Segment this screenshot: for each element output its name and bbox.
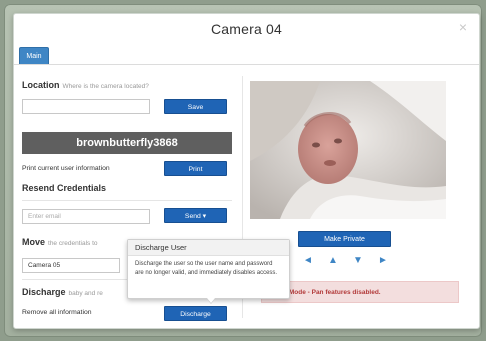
close-icon[interactable]: × bbox=[459, 19, 467, 35]
pan-controls: ◄ ▲ ▼ ► bbox=[301, 254, 391, 268]
popover-title: Discharge User bbox=[128, 240, 289, 256]
camera-select[interactable]: Camera 05 bbox=[22, 258, 120, 273]
discharge-button[interactable]: Discharge bbox=[164, 306, 227, 321]
print-info-text: Print current user information bbox=[22, 165, 110, 172]
email-field[interactable]: Enter email bbox=[22, 209, 150, 224]
move-header: Move the credentials to bbox=[22, 237, 98, 247]
tab-main[interactable]: Main bbox=[19, 47, 49, 65]
camera-feed bbox=[250, 81, 446, 219]
location-title: Location bbox=[22, 80, 60, 90]
modal-title: Camera 04 bbox=[210, 21, 283, 37]
popover-arrow-fill bbox=[207, 298, 215, 303]
pan-up-icon[interactable]: ▲ bbox=[326, 254, 340, 268]
location-header: Location Where is the camera located? bbox=[22, 80, 149, 90]
discharge-popover: Discharge User Discharge the user so the… bbox=[127, 239, 290, 304]
popover-body: Discharge the user so the user name and … bbox=[135, 261, 278, 276]
remove-info-text: Remove all information bbox=[22, 309, 92, 316]
move-title: Move bbox=[22, 237, 46, 247]
discharge-subtitle: baby and re bbox=[68, 290, 103, 297]
demo-mode-alert: Demo Mode - Pan features disabled. bbox=[261, 281, 459, 303]
send-button[interactable]: Send ▾ bbox=[164, 208, 227, 223]
resend-credentials-header: Resend Credentials bbox=[22, 183, 107, 193]
pan-down-icon[interactable]: ▼ bbox=[351, 254, 365, 268]
tab-divider bbox=[14, 64, 479, 65]
email-placeholder: Enter email bbox=[28, 213, 61, 220]
make-private-button[interactable]: Make Private bbox=[298, 231, 391, 247]
save-button[interactable]: Save bbox=[164, 99, 227, 114]
discharge-header: Discharge baby and re bbox=[22, 287, 103, 297]
location-input[interactable] bbox=[22, 99, 150, 114]
divider bbox=[22, 200, 232, 201]
baby-photo bbox=[250, 81, 446, 219]
pan-left-icon[interactable]: ◄ bbox=[301, 254, 315, 268]
discharge-title: Discharge bbox=[22, 287, 66, 297]
camera-modal: Camera 04 × Main Location Where is the ca… bbox=[13, 13, 480, 329]
pan-right-icon[interactable]: ► bbox=[376, 254, 390, 268]
location-subtitle: Where is the camera located? bbox=[62, 83, 149, 90]
print-button[interactable]: Print bbox=[164, 161, 227, 176]
username-banner: brownbutterfly3868 bbox=[22, 132, 232, 154]
move-subtitle: the credentials to bbox=[48, 240, 98, 247]
